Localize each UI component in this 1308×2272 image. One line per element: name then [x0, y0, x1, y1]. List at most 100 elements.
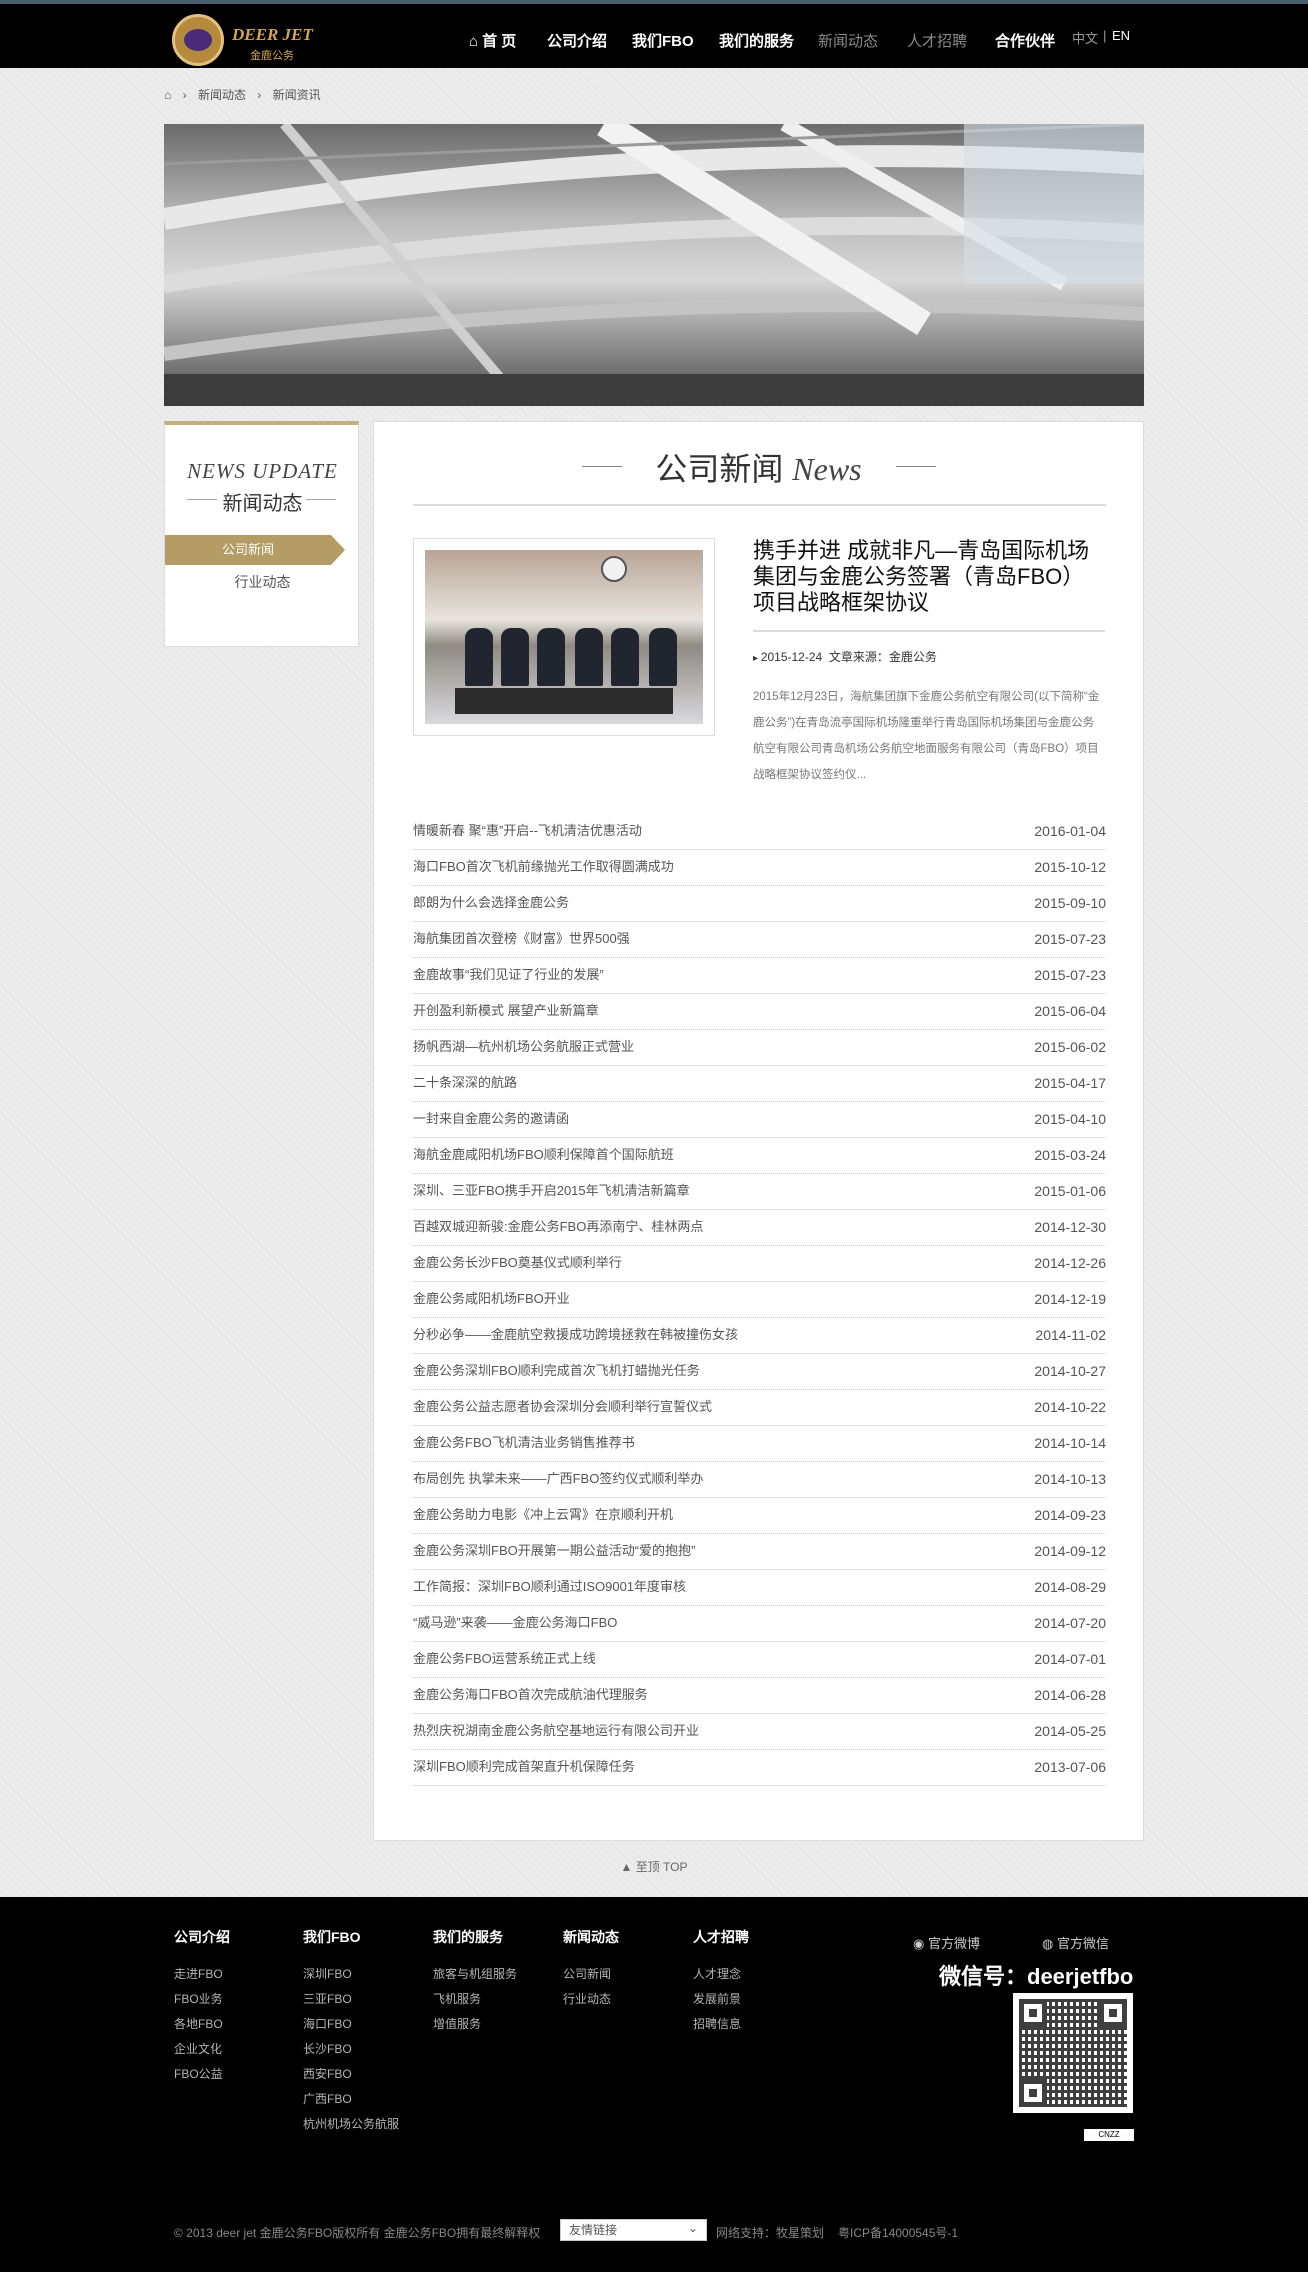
- footer-link[interactable]: 杭州机场公务航服: [303, 2115, 399, 2140]
- weibo-link[interactable]: ◉ 官方微博: [913, 1933, 980, 1952]
- footer-link[interactable]: 深圳FBO: [303, 1965, 399, 1990]
- nav-partners[interactable]: 合作伙伴: [995, 30, 1055, 51]
- news-item-title[interactable]: 扬帆西湖—杭州机场公务航服正式营业: [413, 1030, 634, 1064]
- footer-link[interactable]: 行业动态: [563, 1990, 619, 2015]
- news-list-item[interactable]: 金鹿公务公益志愿者协会深圳分会顺利举行宣誓仪式 2014-10-22: [413, 1390, 1106, 1426]
- footer-link[interactable]: FBO公益: [174, 2065, 230, 2090]
- news-item-title[interactable]: 深圳FBO顺利完成首架直升机保障任务: [413, 1750, 635, 1784]
- footer-link[interactable]: 海口FBO: [303, 2015, 399, 2040]
- news-item-title[interactable]: 热烈庆祝湖南金鹿公务航空基地运行有限公司开业: [413, 1714, 699, 1748]
- news-item-title[interactable]: 金鹿公务深圳FBO顺利完成首次飞机打蜡抛光任务: [413, 1354, 700, 1388]
- nav-services[interactable]: 我们的服务: [719, 30, 794, 51]
- news-list-item[interactable]: 扬帆西湖—杭州机场公务航服正式营业 2015-06-02: [413, 1030, 1106, 1066]
- news-item-title[interactable]: 情暖新春 聚“惠”开启--飞机清洁优惠活动: [413, 814, 642, 848]
- news-item-title[interactable]: 海航集团首次登榜《财富》世界500强: [413, 922, 630, 956]
- nav-news[interactable]: 新闻动态: [818, 30, 878, 51]
- news-list-item[interactable]: 分秒必争——金鹿航空救援成功跨境拯救在韩被撞伤女孩 2014-11-02: [413, 1318, 1106, 1354]
- news-item-title[interactable]: 百越双城迎新骏:金鹿公务FBO再添南宁、桂林两点: [413, 1210, 703, 1244]
- footer-link[interactable]: 人才理念: [693, 1965, 749, 1990]
- news-item-title[interactable]: 金鹿故事“我们见证了行业的发展”: [413, 958, 604, 992]
- footer-column-title[interactable]: 公司介绍: [174, 1927, 230, 1947]
- sidebar-item-company-news[interactable]: 公司新闻: [165, 535, 345, 565]
- nav-careers[interactable]: 人才招聘: [907, 30, 967, 51]
- footer-link[interactable]: 广西FBO: [303, 2090, 399, 2115]
- cnzz-badge[interactable]: CNZZ: [1084, 2129, 1134, 2141]
- footer-link[interactable]: FBO业务: [174, 1990, 230, 2015]
- news-list-item[interactable]: 金鹿公务咸阳机场FBO开业 2014-12-19: [413, 1282, 1106, 1318]
- news-list-item[interactable]: 工作简报：深圳FBO顺利通过ISO9001年度审核 2014-08-29: [413, 1570, 1106, 1606]
- news-list-item[interactable]: 金鹿公务助力电影《冲上云霄》在京顺利开机 2014-09-23: [413, 1498, 1106, 1534]
- nav-fbo[interactable]: 我们FBO: [632, 30, 694, 51]
- news-item-title[interactable]: 金鹿公务咸阳机场FBO开业: [413, 1282, 570, 1316]
- news-item-title[interactable]: 开创盈利新模式 展望产业新篇章: [413, 994, 599, 1028]
- featured-news-image[interactable]: [413, 538, 715, 736]
- news-list-item[interactable]: 百越双城迎新骏:金鹿公务FBO再添南宁、桂林两点 2014-12-30: [413, 1210, 1106, 1246]
- footer-column-title[interactable]: 我们的服务: [433, 1927, 517, 1947]
- nav-home[interactable]: ⌂ 首 页: [469, 30, 516, 51]
- footer-link[interactable]: 企业文化: [174, 2040, 230, 2065]
- news-item-title[interactable]: 一封来自金鹿公务的邀请函: [413, 1102, 569, 1136]
- footer-link[interactable]: 增值服务: [433, 2015, 517, 2040]
- footer-link[interactable]: 走进FBO: [174, 1965, 230, 1990]
- news-list-item[interactable]: 金鹿公务FBO飞机清洁业务销售推荐书 2014-10-14: [413, 1426, 1106, 1462]
- footer-column-title[interactable]: 我们FBO: [303, 1927, 399, 1947]
- news-item-title[interactable]: 金鹿公务助力电影《冲上云霄》在京顺利开机: [413, 1498, 673, 1532]
- news-list-item[interactable]: 海航集团首次登榜《财富》世界500强 2015-07-23: [413, 922, 1106, 958]
- footer-column-title[interactable]: 新闻动态: [563, 1927, 619, 1947]
- news-list-item[interactable]: 情暖新春 聚“惠”开启--飞机清洁优惠活动 2016-01-04: [413, 814, 1106, 850]
- news-item-title[interactable]: 金鹿公务深圳FBO开展第一期公益活动“爱的抱抱”: [413, 1534, 695, 1568]
- footer-link[interactable]: 飞机服务: [433, 1990, 517, 2015]
- featured-news-headline[interactable]: 携手并进 成就非凡—青岛国际机场集团与金鹿公务签署（青岛FBO）项目战略框架协议: [753, 538, 1105, 616]
- icp-text[interactable]: 粤ICP备14000545号-1: [838, 2224, 958, 2241]
- news-list-item[interactable]: 深圳FBO顺利完成首架直升机保障任务 2013-07-06: [413, 1750, 1106, 1786]
- news-list-item[interactable]: 郎朗为什么会选择金鹿公务 2015-09-10: [413, 886, 1106, 922]
- news-item-title[interactable]: 海口FBO首次飞机前缘抛光工作取得圆满成功: [413, 850, 674, 884]
- news-item-title[interactable]: 金鹿公务长沙FBO奠基仪式顺利举行: [413, 1246, 622, 1280]
- news-item-title[interactable]: 金鹿公务FBO飞机清洁业务销售推荐书: [413, 1426, 635, 1460]
- wechat-link[interactable]: ◍ 官方微信: [1042, 1933, 1109, 1952]
- news-list-item[interactable]: 开创盈利新模式 展望产业新篇章 2015-06-04: [413, 994, 1106, 1030]
- footer-column-title[interactable]: 人才招聘: [693, 1927, 749, 1947]
- footer-link[interactable]: 公司新闻: [563, 1965, 619, 1990]
- footer-link[interactable]: 招聘信息: [693, 2015, 749, 2040]
- news-item-title[interactable]: 郎朗为什么会选择金鹿公务: [413, 886, 569, 920]
- back-to-top-link[interactable]: ▲ 至顶 TOP: [0, 1858, 1308, 1875]
- news-list-item[interactable]: 金鹿公务FBO运营系统正式上线 2014-07-01: [413, 1642, 1106, 1678]
- news-item-title[interactable]: 海航金鹿咸阳机场FBO顺利保障首个国际航班: [413, 1138, 674, 1172]
- news-list-item[interactable]: 金鹿公务海口FBO首次完成航油代理服务 2014-06-28: [413, 1678, 1106, 1714]
- news-item-title[interactable]: 金鹿公务FBO运营系统正式上线: [413, 1642, 596, 1676]
- news-item-title[interactable]: 二十条深深的航路: [413, 1066, 517, 1100]
- home-icon[interactable]: ⌂: [164, 88, 171, 102]
- news-list-item[interactable]: 金鹿公务长沙FBO奠基仪式顺利举行 2014-12-26: [413, 1246, 1106, 1282]
- news-item-title[interactable]: 工作简报：深圳FBO顺利通过ISO9001年度审核: [413, 1570, 686, 1604]
- news-list-item[interactable]: 热烈庆祝湖南金鹿公务航空基地运行有限公司开业 2014-05-25: [413, 1714, 1106, 1750]
- breadcrumb-news[interactable]: 新闻动态: [198, 88, 246, 102]
- news-list-item[interactable]: 金鹿故事“我们见证了行业的发展” 2015-07-23: [413, 958, 1106, 994]
- news-list-item[interactable]: “威马逊”来袭——金鹿公务海口FBO 2014-07-20: [413, 1606, 1106, 1642]
- lang-cn[interactable]: 中文: [1072, 28, 1098, 47]
- lang-en[interactable]: EN: [1112, 28, 1130, 43]
- news-item-title[interactable]: 金鹿公务海口FBO首次完成航油代理服务: [413, 1678, 648, 1712]
- news-item-title[interactable]: 金鹿公务公益志愿者协会深圳分会顺利举行宣誓仪式: [413, 1390, 712, 1424]
- footer-link[interactable]: 三亚FBO: [303, 1990, 399, 2015]
- news-list-item[interactable]: 金鹿公务深圳FBO顺利完成首次飞机打蜡抛光任务 2014-10-27: [413, 1354, 1106, 1390]
- sidebar-item-industry-news[interactable]: 行业动态: [165, 572, 360, 592]
- news-list-item[interactable]: 金鹿公务深圳FBO开展第一期公益活动“爱的抱抱” 2014-09-12: [413, 1534, 1106, 1570]
- news-list-item[interactable]: 深圳、三亚FBO携手开启2015年飞机清洁新篇章 2015-01-06: [413, 1174, 1106, 1210]
- footer-link[interactable]: 西安FBO: [303, 2065, 399, 2090]
- footer-link[interactable]: 旅客与机组服务: [433, 1965, 517, 1990]
- news-list-item[interactable]: 布局创先 执掌未来——广西FBO签约仪式顺利举办 2014-10-13: [413, 1462, 1106, 1498]
- news-item-title[interactable]: 分秒必争——金鹿航空救援成功跨境拯救在韩被撞伤女孩: [413, 1318, 738, 1352]
- news-item-title[interactable]: 深圳、三亚FBO携手开启2015年飞机清洁新篇章: [413, 1174, 690, 1208]
- footer-link[interactable]: 发展前景: [693, 1990, 749, 2015]
- footer-link[interactable]: 长沙FBO: [303, 2040, 399, 2065]
- nav-about[interactable]: 公司介绍: [547, 30, 607, 51]
- news-item-title[interactable]: “威马逊”来袭——金鹿公务海口FBO: [413, 1606, 617, 1640]
- news-list-item[interactable]: 海航金鹿咸阳机场FBO顺利保障首个国际航班 2015-03-24: [413, 1138, 1106, 1174]
- news-list-item[interactable]: 海口FBO首次飞机前缘抛光工作取得圆满成功 2015-10-12: [413, 850, 1106, 886]
- news-list-item[interactable]: 二十条深深的航路 2015-04-17: [413, 1066, 1106, 1102]
- news-item-title[interactable]: 布局创先 执掌未来——广西FBO签约仪式顺利举办: [413, 1462, 703, 1496]
- news-list-item[interactable]: 一封来自金鹿公务的邀请函 2015-04-10: [413, 1102, 1106, 1138]
- friend-links-select[interactable]: 友情链接: [560, 2218, 707, 2241]
- footer-link[interactable]: 各地FBO: [174, 2015, 230, 2040]
